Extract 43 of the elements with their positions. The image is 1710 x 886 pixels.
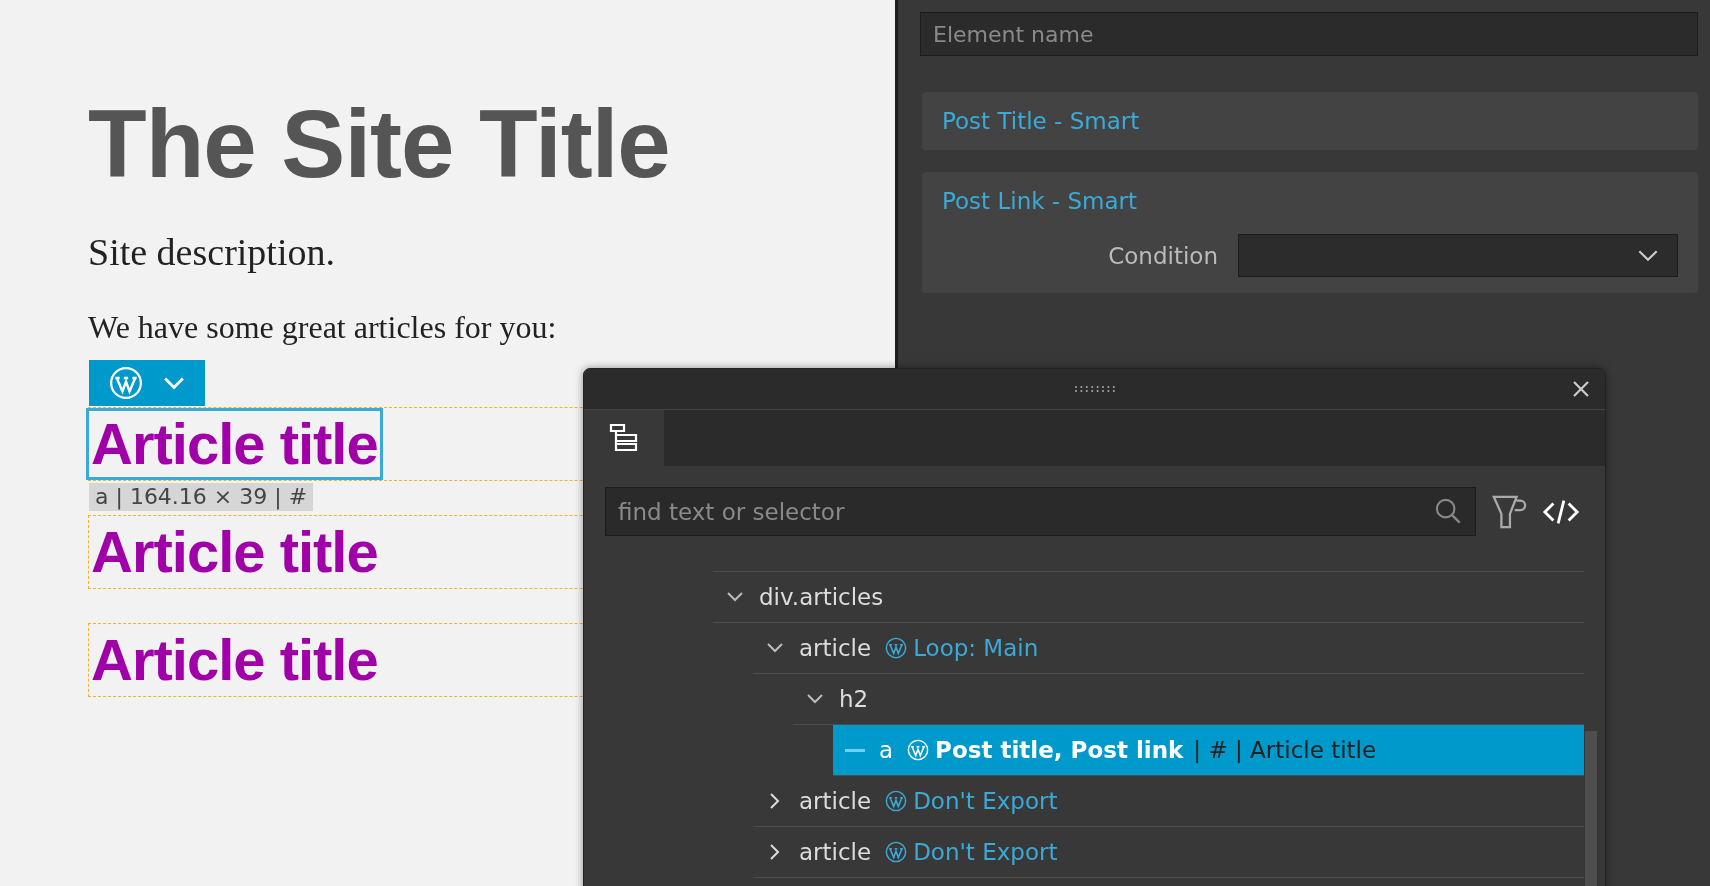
element-tag: article [799, 635, 872, 661]
wordpress-icon [885, 637, 908, 659]
selection-size-label: a | 164.16 × 39 | # [89, 483, 314, 511]
binding-label: Don't Export [913, 839, 1058, 865]
tree-row[interactable]: div.articles [713, 572, 1584, 622]
intro-text: We have some great articles for you: [88, 309, 558, 345]
site-title: The Site Title [88, 96, 671, 192]
binding-label: Don't Export [913, 788, 1058, 814]
element-tag: article [799, 839, 872, 865]
chevron-down-icon [1637, 249, 1659, 262]
tree-row[interactable]: h2 [793, 674, 1584, 724]
tree-row[interactable]: article Loop: Main [753, 623, 1584, 673]
wordpress-icon [907, 739, 930, 761]
smart-action-title[interactable]: Post Title - Smart [942, 108, 1678, 134]
condition-label: Condition [1108, 242, 1218, 269]
site-description: Site description. [88, 232, 336, 274]
element-tag: a [879, 737, 894, 763]
element-tag: h2 [839, 686, 869, 712]
binding-label: Post title, Post link [935, 737, 1184, 763]
article-title-link[interactable]: Article title [89, 627, 380, 693]
element-tag: article [799, 788, 872, 814]
tree-row[interactable]: article Don't Export [753, 827, 1584, 877]
article-title-link[interactable]: Article title [89, 411, 380, 477]
binding-label: Loop: Main [913, 635, 1039, 661]
article-title-link[interactable]: Article title [89, 519, 380, 585]
tree-row[interactable]: a Post title, Post link | # | Article title [833, 725, 1584, 775]
drag-handle-icon[interactable] [1072, 385, 1117, 393]
chevron-down-icon[interactable] [163, 376, 185, 390]
element-name-field[interactable]: Element name [920, 12, 1698, 56]
element-tag: div.articles [759, 584, 884, 610]
element-details: | # | Article title [1193, 737, 1377, 763]
wordpress-icon [885, 841, 908, 863]
wordpress-icon [885, 790, 908, 812]
wordpress-icon [109, 366, 143, 400]
search-field[interactable]: find text or selector [605, 487, 1476, 536]
search-icon [1434, 497, 1462, 525]
dash-icon [845, 748, 865, 752]
element-tree-tab[interactable] [584, 410, 664, 466]
scrollbar[interactable] [1585, 731, 1597, 886]
tree-icon [608, 422, 640, 454]
tree-row[interactable]: article Don't Export [753, 776, 1584, 826]
close-icon[interactable] [1571, 379, 1591, 399]
smart-action-title[interactable]: Post Link - Smart [942, 188, 1678, 214]
